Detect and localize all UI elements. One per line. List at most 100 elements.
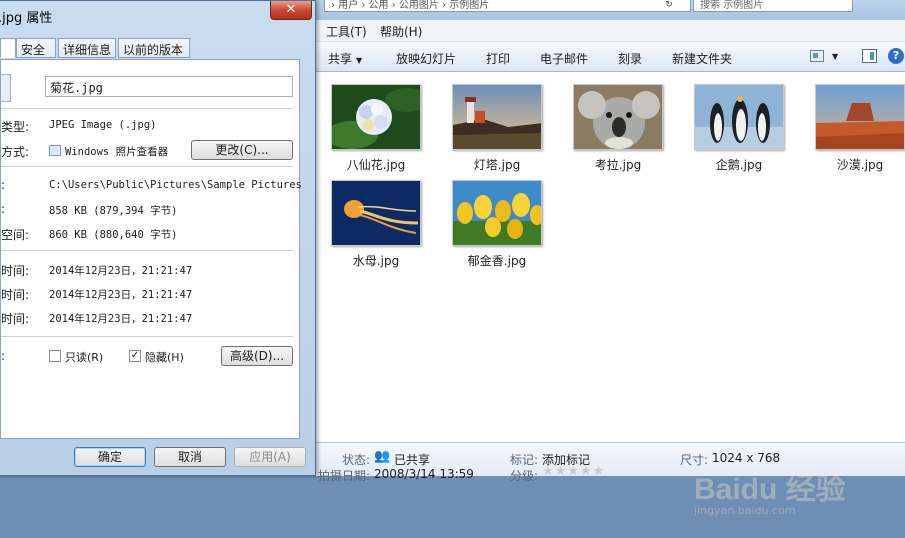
shared-users-icon: 👥 xyxy=(374,449,391,464)
email-button[interactable]: 电子邮件 xyxy=(540,50,588,67)
size-on-disk-label: 空间: xyxy=(1,228,30,242)
search-input[interactable]: 搜索 示例图片 xyxy=(693,0,853,12)
location-value: C:\Users\Public\Pictures\Sample Pictures xyxy=(49,179,302,191)
file-name: 八仙花.jpg xyxy=(346,158,406,172)
close-icon: ✕ xyxy=(285,2,297,17)
accessed-label: 时间: xyxy=(1,312,30,326)
tab-security[interactable]: 安全 xyxy=(16,38,56,58)
tulips-thumbnail xyxy=(452,180,542,246)
watermark-url: jingyan.baidu.com xyxy=(694,504,796,517)
menu-bar: 工具(T) 帮助(H) xyxy=(316,20,905,42)
koala-thumbnail xyxy=(573,84,663,150)
advanced-button[interactable]: 高级(D)... xyxy=(221,346,293,366)
date-taken-value: 2008/3/14 13:59 xyxy=(374,467,474,481)
modified-label: 时间: xyxy=(1,288,30,302)
divider xyxy=(1,166,293,167)
lighthouse-thumbnail xyxy=(452,84,542,150)
command-bar: 共享 ▼ 放映幻灯片 打印 电子邮件 刻录 新建文件夹 ▼ ? xyxy=(316,42,905,72)
size-label: : xyxy=(1,202,6,216)
star-icon: ★ xyxy=(592,464,605,479)
created-value: 2014年12月23日，21:21:47 xyxy=(49,265,193,277)
refresh-icon[interactable]: ↻ xyxy=(662,0,676,12)
accessed-value: 2014年12月23日，21:21:47 xyxy=(49,313,193,325)
burn-button[interactable]: 刻录 xyxy=(618,50,642,67)
close-button[interactable]: ✕ xyxy=(270,1,312,20)
star-icon: ★ xyxy=(542,464,554,479)
search-placeholder: 搜索 示例图片 xyxy=(700,0,764,11)
modified-value: 2014年12月23日，21:21:47 xyxy=(49,289,193,301)
status-label: 状态: xyxy=(342,453,371,467)
properties-dialog: .jpg 属性 ✕ 安全 详细信息 以前的版本 菊花.jpg 类型: JPEG … xyxy=(0,0,316,476)
type-value: JPEG Image (.jpg) xyxy=(49,119,157,131)
ok-button[interactable]: 确定 xyxy=(74,447,146,467)
help-icon[interactable]: ? xyxy=(888,48,904,64)
divider xyxy=(1,336,293,337)
size-value: 1024 x 768 xyxy=(712,451,781,465)
status-value: 已共享 xyxy=(394,453,431,467)
hidden-checkbox[interactable]: ✓ xyxy=(129,350,141,362)
star-icon: ★ xyxy=(567,464,579,479)
photo-viewer-icon: Windows 照片查看器 xyxy=(49,144,168,159)
file-name: 企鹅.jpg xyxy=(715,158,763,172)
filename-field[interactable]: 菊花.jpg xyxy=(45,76,293,97)
attributes-label: : xyxy=(1,349,6,363)
type-label: 类型: xyxy=(1,120,30,134)
file-name: 灯塔.jpg xyxy=(473,158,521,172)
divider xyxy=(1,250,293,251)
hydrangea-thumbnail xyxy=(331,84,421,150)
hidden-label: 隐藏(H) xyxy=(145,351,184,364)
apply-button[interactable]: 应用(A) xyxy=(234,447,306,467)
address-bar-strip: › 用户 › 公用 › 公用图片 › 示例图片 ↻ 搜索 示例图片 xyxy=(316,0,905,20)
print-button[interactable]: 打印 xyxy=(486,50,510,67)
tab-strip: 安全 详细信息 以前的版本 xyxy=(0,38,304,60)
desert-thumbnail xyxy=(815,84,905,150)
dialog-button-row: 确定 取消 应用(A) xyxy=(0,443,316,477)
view-options-icon[interactable] xyxy=(810,50,824,62)
menu-tools[interactable]: 工具(T) xyxy=(326,23,367,40)
file-name: 郁金香.jpg xyxy=(467,254,527,268)
tag-label: 标记: xyxy=(510,453,539,467)
chevron-down-icon[interactable]: ▼ xyxy=(832,52,838,61)
tab-previous-versions[interactable]: 以前的版本 xyxy=(118,38,190,58)
size-on-disk-value: 860 KB (880,640 字节) xyxy=(49,229,178,241)
share-button[interactable]: 共享 ▼ xyxy=(328,50,362,67)
opens-with-label: 方式: xyxy=(1,145,30,159)
file-name: 考拉.jpg xyxy=(594,158,642,172)
explorer-window: › 用户 › 公用 › 公用图片 › 示例图片 ↻ 搜索 示例图片 工具(T) … xyxy=(316,0,905,517)
file-name: 沙漠.jpg xyxy=(836,158,884,172)
tab-general[interactable] xyxy=(0,38,16,58)
address-bar[interactable]: › 用户 › 公用 › 公用图片 › 示例图片 xyxy=(324,0,691,12)
star-icon: ★ xyxy=(554,464,567,479)
file-list: 八仙花.jpg 灯塔.jpg 考拉.jpg 企鹅.jpg 沙漠.jpg 水母.j… xyxy=(316,72,905,517)
rating-stars[interactable]: ★★★★★ xyxy=(542,464,605,479)
location-label: : xyxy=(1,178,6,192)
file-name: 水母.jpg xyxy=(352,254,400,268)
slideshow-button[interactable]: 放映幻灯片 xyxy=(396,50,456,67)
new-folder-button[interactable]: 新建文件夹 xyxy=(672,50,732,67)
opens-with-value: Windows 照片查看器 xyxy=(65,146,169,158)
preview-pane-icon[interactable] xyxy=(862,49,877,63)
menu-help[interactable]: 帮助(H) xyxy=(380,23,422,40)
change-button[interactable]: 更改(C)... xyxy=(191,140,293,160)
jpg-file-icon xyxy=(1,74,11,102)
size-label: 尺寸: xyxy=(680,453,709,467)
cancel-button[interactable]: 取消 xyxy=(154,447,226,467)
address-path: › 用户 › 公用 › 公用图片 › 示例图片 xyxy=(331,0,490,11)
size-value: 858 KB (879,394 字节) xyxy=(49,205,178,217)
checkmark-icon: ✓ xyxy=(130,350,140,361)
dialog-title: .jpg 属性 xyxy=(0,11,53,26)
jellyfish-thumbnail xyxy=(331,180,421,246)
general-tab-panel: 菊花.jpg 类型: JPEG Image (.jpg) 方式: Windows… xyxy=(0,59,302,439)
divider xyxy=(1,108,293,109)
star-icon: ★ xyxy=(579,464,592,479)
dialog-title-bar[interactable]: .jpg 属性 ✕ xyxy=(0,1,316,31)
tab-details[interactable]: 详细信息 xyxy=(58,38,116,58)
penguins-thumbnail xyxy=(694,84,784,150)
details-pane: 状态: 👥 已共享 标记: 添加标记 尺寸: 1024 x 768 拍摄日期: … xyxy=(316,442,905,483)
chevron-down-icon: ▼ xyxy=(356,56,363,65)
filename-text: 菊花.jpg xyxy=(50,81,103,95)
readonly-checkbox[interactable] xyxy=(49,350,61,362)
share-label: 共享 xyxy=(328,52,353,66)
created-label: 时间: xyxy=(1,264,30,278)
readonly-label: 只读(R) xyxy=(65,351,104,364)
